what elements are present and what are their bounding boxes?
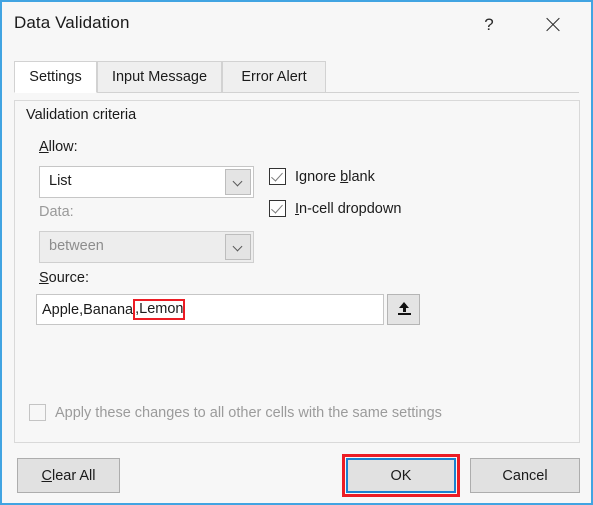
allow-label: Allow: <box>39 139 78 155</box>
in-cell-dropdown-checkbox[interactable] <box>269 200 286 217</box>
ignore-blank-label-pre: Ignore <box>295 168 341 185</box>
source-label: Source: <box>39 270 89 286</box>
range-select-glyph <box>397 301 411 318</box>
data-value: between <box>49 238 104 254</box>
tab-settings[interactable]: Settings <box>14 61 97 93</box>
cancel-button[interactable]: Cancel <box>470 458 580 493</box>
tab-strip: Settings Input Message Error Alert <box>14 61 579 93</box>
in-cell-dropdown-checkbox-row[interactable]: In-cell dropdown <box>269 200 401 217</box>
allow-combobox[interactable]: List <box>39 166 254 198</box>
validation-criteria-legend: Validation criteria <box>22 107 143 123</box>
title-bar: Data Validation ? <box>2 2 591 50</box>
tab-input-message[interactable]: Input Message <box>97 61 222 93</box>
close-glyph <box>544 16 561 33</box>
source-label-rest: ource: <box>48 270 89 286</box>
chevron-down-icon[interactable] <box>225 169 251 195</box>
ignore-blank-checkbox-row[interactable]: Ignore blank <box>269 168 375 185</box>
dialog-title: Data Validation <box>14 13 130 32</box>
in-cell-dropdown-label-post: n-cell dropdown <box>299 200 402 217</box>
chevron-down-icon[interactable] <box>225 234 251 260</box>
close-icon[interactable] <box>530 8 574 41</box>
allow-accelerator: A <box>39 139 49 155</box>
validation-criteria-group <box>14 100 580 443</box>
allow-value: List <box>49 173 72 189</box>
apply-all-checkbox <box>29 404 46 421</box>
source-input[interactable]: Apple,Banana ,Lemon <box>36 294 384 325</box>
source-accelerator: S <box>39 270 49 286</box>
range-select-up-arrow-icon[interactable] <box>387 294 420 325</box>
clear-all-accelerator: C <box>41 467 52 484</box>
tab-error-alert[interactable]: Error Alert <box>222 61 326 93</box>
source-text: Apple,Banana ,Lemon <box>42 299 186 321</box>
clear-all-button[interactable]: Clear All <box>17 458 120 493</box>
clear-all-label: lear All <box>51 467 96 484</box>
in-cell-dropdown-label: In-cell dropdown <box>295 201 401 217</box>
ignore-blank-label: Ignore blank <box>295 169 375 185</box>
ignore-blank-label-post: lank <box>348 168 375 185</box>
allow-label-rest: llow: <box>48 139 78 155</box>
chevron-glyph <box>234 178 243 187</box>
source-text-prefix: Apple,Banana <box>42 302 134 318</box>
apply-all-label: Apply these changes to all other cells w… <box>55 404 442 421</box>
help-icon[interactable]: ? <box>467 8 511 41</box>
chevron-glyph <box>234 243 243 252</box>
data-label: Data: <box>39 204 74 220</box>
tab-strip-divider <box>14 92 579 93</box>
data-combobox[interactable]: between <box>39 231 254 263</box>
data-validation-dialog: Data Validation ? Settings Input Message… <box>0 0 593 505</box>
ok-button[interactable]: OK <box>346 458 456 493</box>
source-text-highlight: ,Lemon <box>133 299 186 320</box>
apply-all-checkbox-row: Apply these changes to all other cells w… <box>29 404 442 421</box>
ignore-blank-checkbox[interactable] <box>269 168 286 185</box>
